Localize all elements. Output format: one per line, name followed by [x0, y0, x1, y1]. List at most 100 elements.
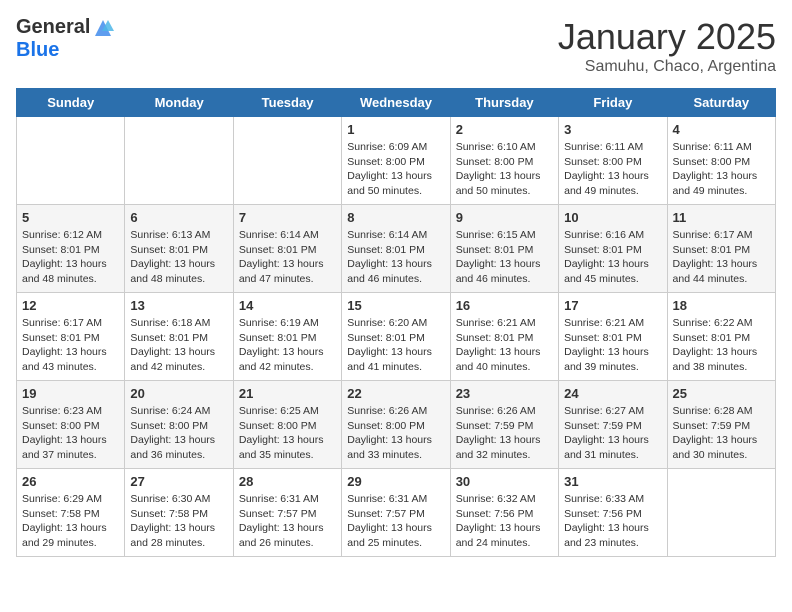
day-number: 5 — [22, 210, 119, 225]
day-detail: Sunrise: 6:09 AM Sunset: 8:00 PM Dayligh… — [347, 140, 444, 199]
day-number: 10 — [564, 210, 661, 225]
week-row-2: 5Sunrise: 6:12 AM Sunset: 8:01 PM Daylig… — [17, 205, 776, 293]
week-row-5: 26 Sunrise: 6:29 AM Sunset: 7:58 PM Dayli… — [17, 469, 776, 557]
day-number: 1 — [347, 122, 444, 137]
day-number: 31 — [564, 474, 661, 489]
day-detail: Sunrise: 6:25 AM Sunset: 8:00 PM Dayligh… — [239, 404, 336, 463]
day-detail: Sunrise: 6:11 AM Sunset: 8:00 PM Dayligh… — [673, 140, 770, 199]
day-detail: Sunrise: 6:17 AM Sunset: 8:01 PM Dayligh… — [22, 316, 119, 375]
calendar-cell: 1 Sunrise: 6:09 AM Sunset: 8:00 PM Daylig… — [342, 117, 450, 205]
day-number: 8 — [347, 210, 444, 225]
calendar-cell — [125, 117, 233, 205]
day-detail: Sunrise: 6:23 AM Sunset: 8:00 PM Dayligh… — [22, 404, 119, 463]
day-detail: Sunrise: 6:20 AM Sunset: 8:01 PM Dayligh… — [347, 316, 444, 375]
day-number: 26 — [22, 474, 119, 489]
day-number: 29 — [347, 474, 444, 489]
calendar-cell — [17, 117, 125, 205]
calendar-cell: 13 Sunrise: 6:18 AM Sunset: 8:01 PM Dayli… — [125, 293, 233, 381]
calendar-cell: 28Sunrise: 6:31 AM Sunset: 7:57 PM Dayli… — [233, 469, 341, 557]
day-header-friday: Friday — [559, 89, 667, 117]
day-number: 18 — [673, 298, 770, 313]
calendar-cell: 4 Sunrise: 6:11 AM Sunset: 8:00 PM Daylig… — [667, 117, 775, 205]
title-block: January 2025 Samuhu, Chaco, Argentina — [558, 16, 776, 76]
calendar-cell: 27Sunrise: 6:30 AM Sunset: 7:58 PM Dayli… — [125, 469, 233, 557]
day-detail: Sunrise: 6:21 AM Sunset: 8:01 PM Dayligh… — [456, 316, 553, 375]
day-detail: Sunrise: 6:28 AM Sunset: 7:59 PM Dayligh… — [673, 404, 770, 463]
day-number: 11 — [673, 210, 770, 225]
calendar-cell: 8 Sunrise: 6:14 AM Sunset: 8:01 PM Daylig… — [342, 205, 450, 293]
day-number: 9 — [456, 210, 553, 225]
calendar-cell: 11Sunrise: 6:17 AM Sunset: 8:01 PM Dayli… — [667, 205, 775, 293]
calendar-cell: 12 Sunrise: 6:17 AM Sunset: 8:01 PM Dayli… — [17, 293, 125, 381]
week-row-1: 1 Sunrise: 6:09 AM Sunset: 8:00 PM Daylig… — [17, 117, 776, 205]
month-title: January 2025 — [558, 16, 776, 58]
calendar-cell — [233, 117, 341, 205]
calendar-cell: 30 Sunrise: 6:32 AM Sunset: 7:56 PM Dayli… — [450, 469, 558, 557]
calendar-cell: 22Sunrise: 6:26 AM Sunset: 8:00 PM Dayli… — [342, 381, 450, 469]
calendar-cell: 16 Sunrise: 6:21 AM Sunset: 8:01 PM Dayli… — [450, 293, 558, 381]
day-number: 23 — [456, 386, 553, 401]
day-number: 16 — [456, 298, 553, 313]
day-detail: Sunrise: 6:15 AM Sunset: 8:01 PM Dayligh… — [456, 228, 553, 287]
logo: General Blue — [16, 16, 114, 62]
day-number: 13 — [130, 298, 227, 313]
calendar-cell: 3 Sunrise: 6:11 AM Sunset: 8:00 PM Daylig… — [559, 117, 667, 205]
day-number: 24 — [564, 386, 661, 401]
day-detail: Sunrise: 6:22 AM Sunset: 8:01 PM Dayligh… — [673, 316, 770, 375]
day-number: 2 — [456, 122, 553, 137]
calendar-cell: 14Sunrise: 6:19 AM Sunset: 8:01 PM Dayli… — [233, 293, 341, 381]
day-header-sunday: Sunday — [17, 89, 125, 117]
day-detail: Sunrise: 6:21 AM Sunset: 8:01 PM Dayligh… — [564, 316, 661, 375]
day-number: 21 — [239, 386, 336, 401]
day-number: 28 — [239, 474, 336, 489]
page-header: General Blue January 2025 Samuhu, Chaco,… — [16, 16, 776, 76]
calendar-table: SundayMondayTuesdayWednesdayThursdayFrid… — [16, 88, 776, 557]
day-detail: Sunrise: 6:13 AM Sunset: 8:01 PM Dayligh… — [130, 228, 227, 287]
calendar-cell: 23 Sunrise: 6:26 AM Sunset: 7:59 PM Dayli… — [450, 381, 558, 469]
day-number: 17 — [564, 298, 661, 313]
day-detail: Sunrise: 6:10 AM Sunset: 8:00 PM Dayligh… — [456, 140, 553, 199]
day-header-thursday: Thursday — [450, 89, 558, 117]
day-detail: Sunrise: 6:18 AM Sunset: 8:01 PM Dayligh… — [130, 316, 227, 375]
day-number: 25 — [673, 386, 770, 401]
calendar-cell: 7Sunrise: 6:14 AM Sunset: 8:01 PM Daylig… — [233, 205, 341, 293]
calendar-cell: 26 Sunrise: 6:29 AM Sunset: 7:58 PM Dayli… — [17, 469, 125, 557]
day-number: 14 — [239, 298, 336, 313]
day-number: 3 — [564, 122, 661, 137]
day-detail: Sunrise: 6:31 AM Sunset: 7:57 PM Dayligh… — [347, 492, 444, 551]
calendar-cell: 10Sunrise: 6:16 AM Sunset: 8:01 PM Dayli… — [559, 205, 667, 293]
day-detail: Sunrise: 6:30 AM Sunset: 7:58 PM Dayligh… — [130, 492, 227, 551]
day-detail: Sunrise: 6:27 AM Sunset: 7:59 PM Dayligh… — [564, 404, 661, 463]
day-detail: Sunrise: 6:26 AM Sunset: 7:59 PM Dayligh… — [456, 404, 553, 463]
calendar-cell: 19 Sunrise: 6:23 AM Sunset: 8:00 PM Dayli… — [17, 381, 125, 469]
logo-general-text: General — [16, 16, 90, 39]
day-number: 19 — [22, 386, 119, 401]
day-detail: Sunrise: 6:11 AM Sunset: 8:00 PM Dayligh… — [564, 140, 661, 199]
calendar-cell: 20Sunrise: 6:24 AM Sunset: 8:00 PM Dayli… — [125, 381, 233, 469]
logo-blue-text: Blue — [16, 39, 59, 62]
day-number: 20 — [130, 386, 227, 401]
day-detail: Sunrise: 6:29 AM Sunset: 7:58 PM Dayligh… — [22, 492, 119, 551]
day-number: 12 — [22, 298, 119, 313]
day-number: 4 — [673, 122, 770, 137]
day-detail: Sunrise: 6:26 AM Sunset: 8:00 PM Dayligh… — [347, 404, 444, 463]
calendar-cell: 29 Sunrise: 6:31 AM Sunset: 7:57 PM Dayli… — [342, 469, 450, 557]
week-row-3: 12 Sunrise: 6:17 AM Sunset: 8:01 PM Dayli… — [17, 293, 776, 381]
day-number: 6 — [130, 210, 227, 225]
calendar-cell: 25 Sunrise: 6:28 AM Sunset: 7:59 PM Dayli… — [667, 381, 775, 469]
day-header-wednesday: Wednesday — [342, 89, 450, 117]
calendar-cell: 18 Sunrise: 6:22 AM Sunset: 8:01 PM Dayli… — [667, 293, 775, 381]
day-number: 7 — [239, 210, 336, 225]
day-number: 30 — [456, 474, 553, 489]
day-detail: Sunrise: 6:33 AM Sunset: 7:56 PM Dayligh… — [564, 492, 661, 551]
day-detail: Sunrise: 6:14 AM Sunset: 8:01 PM Dayligh… — [347, 228, 444, 287]
calendar-cell: 21 Sunrise: 6:25 AM Sunset: 8:00 PM Dayli… — [233, 381, 341, 469]
day-detail: Sunrise: 6:32 AM Sunset: 7:56 PM Dayligh… — [456, 492, 553, 551]
calendar-cell: 31 Sunrise: 6:33 AM Sunset: 7:56 PM Dayli… — [559, 469, 667, 557]
logo-icon — [92, 17, 114, 39]
day-header-saturday: Saturday — [667, 89, 775, 117]
calendar-cell: 9 Sunrise: 6:15 AM Sunset: 8:01 PM Daylig… — [450, 205, 558, 293]
calendar-cell: 6 Sunrise: 6:13 AM Sunset: 8:01 PM Daylig… — [125, 205, 233, 293]
calendar-cell: 24 Sunrise: 6:27 AM Sunset: 7:59 PM Dayli… — [559, 381, 667, 469]
calendar-cell — [667, 469, 775, 557]
